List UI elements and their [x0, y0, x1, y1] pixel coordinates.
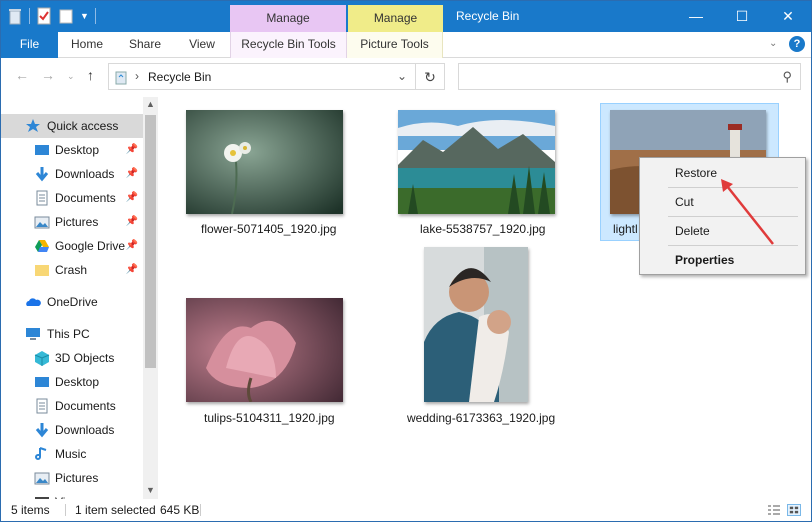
maximize-button[interactable]: ☐	[719, 1, 765, 32]
title-bar: ▼ Manage Manage Recycle Bin — ☐ ✕	[1, 1, 811, 32]
nav-downloads[interactable]: Downloads 📌	[1, 162, 143, 186]
recycle-bin-icon[interactable]	[7, 7, 23, 25]
address-bar[interactable]: › Recycle Bin ⌄	[108, 63, 416, 90]
status-divider	[65, 504, 66, 516]
pictures-icon	[34, 472, 50, 485]
documents-icon	[36, 190, 48, 206]
selection-count: 1 item selected	[75, 503, 156, 517]
google-drive-icon	[35, 240, 49, 252]
file-name[interactable]: lake-5538757_1920.jpg	[420, 222, 545, 236]
tab-share[interactable]: Share	[121, 32, 169, 58]
scroll-up-icon[interactable]: ▲	[146, 99, 155, 109]
nav-scrollbar[interactable]: ▲ ▼	[143, 97, 158, 499]
expand-ribbon-icon[interactable]: ⌄	[769, 38, 781, 50]
file-name[interactable]: lightl	[613, 222, 638, 236]
scrollbar-thumb[interactable]	[145, 115, 156, 368]
address-dropdown-icon[interactable]: ⌄	[397, 69, 407, 83]
computer-icon	[26, 328, 40, 340]
wedding-thumbnail[interactable]	[424, 247, 528, 402]
lake-thumbnail[interactable]	[398, 110, 555, 214]
properties-icon[interactable]	[36, 7, 52, 25]
up-arrow-icon[interactable]: ↑	[87, 67, 94, 83]
navigation-pane: Quick access Desktop 📌 Downloads 📌 Documen…	[1, 97, 158, 499]
nav-desktop[interactable]: Desktop 📌	[1, 138, 143, 162]
ribbon-tabs: File Home Share View Recycle Bin Tools P…	[1, 32, 811, 58]
window-title: Recycle Bin	[456, 9, 520, 23]
download-icon	[35, 423, 49, 438]
tulips-thumbnail[interactable]	[186, 298, 343, 402]
new-folder-icon[interactable]	[58, 7, 74, 25]
explorer-window: ▼ Manage Manage Recycle Bin — ☐ ✕ File H…	[0, 0, 812, 522]
scroll-down-icon[interactable]: ▼	[146, 485, 155, 495]
music-icon	[35, 447, 47, 460]
forward-arrow-icon[interactable]: →	[41, 67, 55, 83]
search-input[interactable]: ⚲	[458, 63, 801, 90]
nav-this-pc[interactable]: This PC	[1, 322, 143, 346]
nav-documents[interactable]: Documents 📌	[1, 186, 143, 210]
breadcrumb-recycle-bin[interactable]: Recycle Bin	[148, 70, 211, 84]
pin-icon: 📌	[125, 240, 138, 251]
recent-locations-icon[interactable]: ⌄	[67, 71, 75, 82]
pin-icon: 📌	[125, 168, 138, 179]
toolbar-separator	[29, 8, 30, 24]
help-icon[interactable]: ?	[789, 36, 805, 52]
nav-documents-pc[interactable]: Documents	[1, 394, 143, 418]
flower-thumbnail[interactable]	[186, 110, 343, 214]
cube-icon	[34, 351, 50, 366]
properties-menu-item[interactable]: Properties	[640, 249, 805, 271]
nav-crash[interactable]: Crash 📌	[1, 258, 143, 282]
minimize-button[interactable]: —	[673, 1, 719, 32]
tab-view[interactable]: View	[179, 32, 225, 58]
star-icon	[26, 119, 40, 132]
large-icons-view-icon[interactable]	[787, 504, 801, 516]
nav-videos[interactable]: Vi	[1, 490, 143, 499]
details-view-icon[interactable]	[767, 504, 781, 516]
tab-picture-tools[interactable]: Picture Tools	[347, 32, 443, 58]
nav-pictures-pc[interactable]: Pictures	[1, 466, 143, 490]
documents-icon	[36, 398, 48, 414]
tab-recycle-bin-tools[interactable]: Recycle Bin Tools	[230, 32, 347, 58]
back-arrow-icon[interactable]: ←	[15, 67, 29, 83]
recycle-bin-icon	[115, 71, 127, 85]
annotation-arrow-icon	[721, 179, 774, 245]
pictures-icon	[34, 216, 50, 229]
nav-google-drive[interactable]: Google Drive 📌	[1, 234, 143, 258]
tab-home[interactable]: Home	[63, 32, 111, 58]
file-name[interactable]: tulips-5104311_1920.jpg	[204, 411, 335, 425]
quick-access-toolbar: ▼	[7, 7, 96, 25]
toolbar-separator	[94, 8, 96, 24]
item-count: 5 items	[11, 503, 50, 517]
folder-icon	[35, 265, 49, 276]
refresh-button[interactable]: ↻	[416, 63, 445, 90]
file-name[interactable]: flower-5071405_1920.jpg	[201, 222, 336, 236]
status-divider	[200, 504, 201, 516]
desktop-icon	[35, 145, 49, 155]
desktop-icon	[35, 377, 49, 387]
onedrive-icon	[26, 298, 41, 306]
nav-downloads-pc[interactable]: Downloads	[1, 418, 143, 442]
file-name[interactable]: wedding-6173363_1920.jpg	[407, 411, 555, 425]
nav-desktop-pc[interactable]: Desktop	[1, 370, 143, 394]
manage-context-header-b: Manage	[348, 5, 443, 32]
pin-icon: 📌	[125, 144, 138, 155]
manage-context-header-a: Manage	[230, 5, 346, 32]
status-bar: 5 items 1 item selected 645 KB	[1, 499, 811, 521]
pin-icon: 📌	[125, 264, 138, 275]
selection-size: 645 KB	[160, 503, 200, 517]
close-button[interactable]: ✕	[765, 1, 811, 32]
address-row: ← → ⌄ ↑ › Recycle Bin ⌄ ↻ ⚲	[1, 59, 811, 95]
customize-toolbar-icon[interactable]: ▼	[80, 11, 89, 21]
nav-quick-access[interactable]: Quick access	[1, 114, 143, 138]
download-icon	[35, 167, 49, 182]
nav-music[interactable]: Music	[1, 442, 143, 466]
tab-file[interactable]: File	[1, 32, 58, 58]
nav-onedrive[interactable]: OneDrive	[1, 290, 143, 314]
breadcrumb-chevron-icon[interactable]: ›	[135, 69, 139, 83]
nav-3d-objects[interactable]: 3D Objects	[1, 346, 143, 370]
nav-pictures[interactable]: Pictures 📌	[1, 210, 143, 234]
search-icon: ⚲	[782, 69, 792, 84]
pin-icon: 📌	[125, 216, 138, 227]
pin-icon: 📌	[125, 192, 138, 203]
